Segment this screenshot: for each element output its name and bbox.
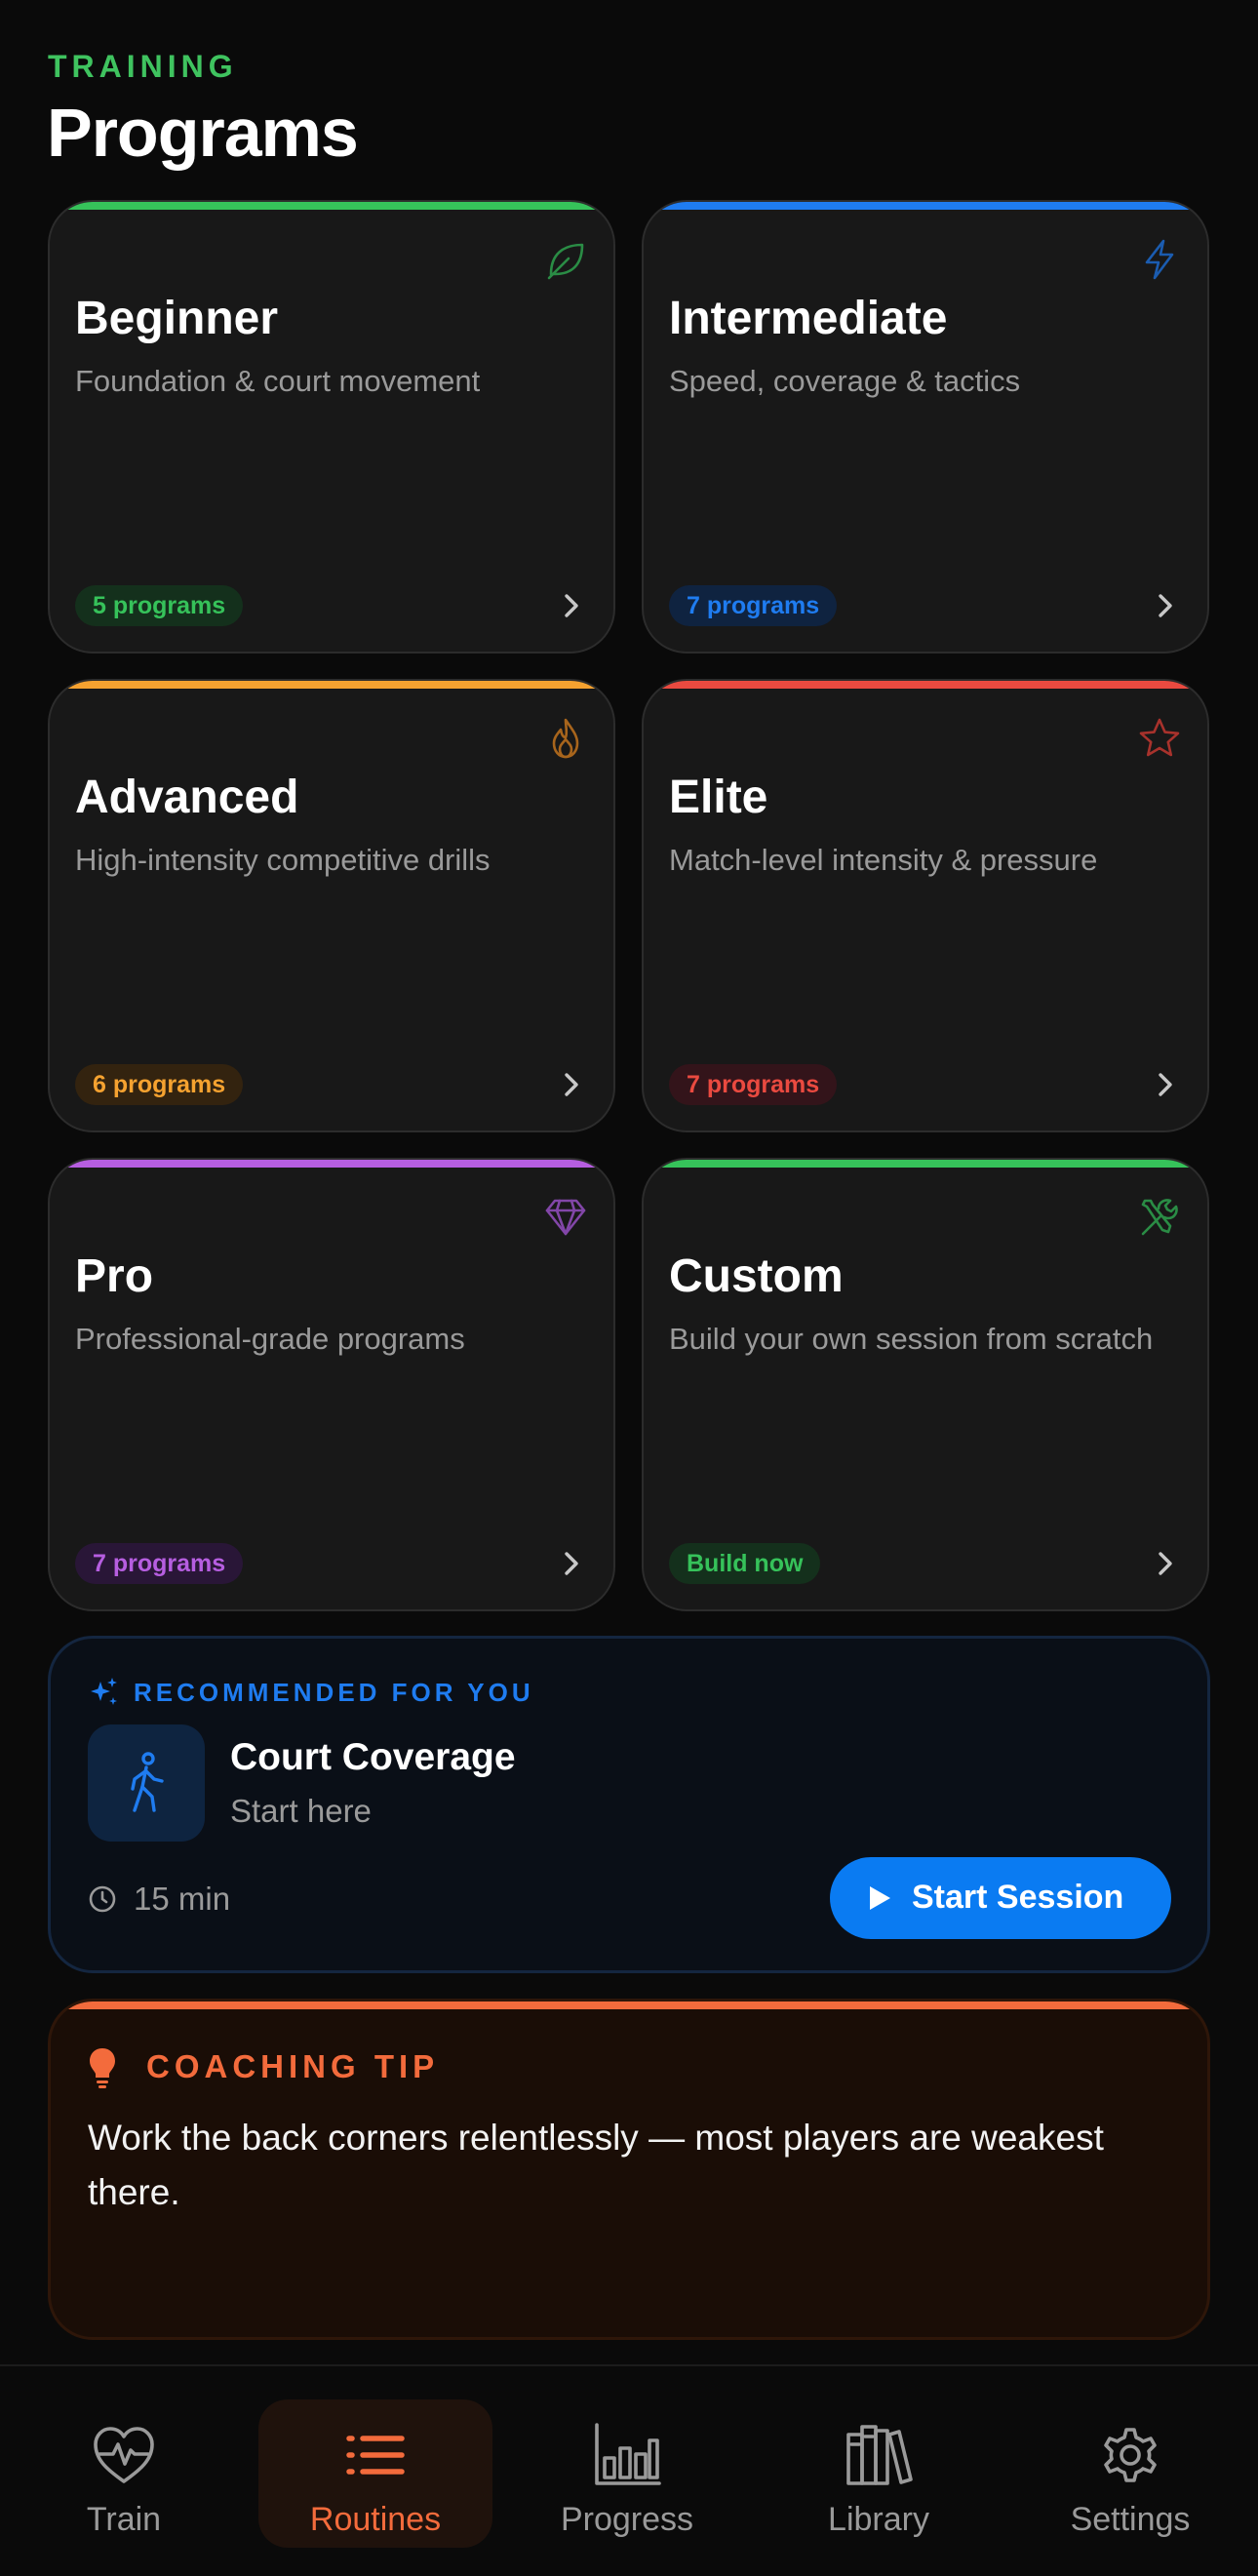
tab-label: Library — [828, 2501, 929, 2538]
program-card-intermediate[interactable]: Intermediate Speed, coverage & tactics 7… — [642, 200, 1209, 654]
session-duration: 15 min — [134, 1881, 231, 1917]
gear-icon — [1104, 2428, 1157, 2482]
chevron-right-icon — [565, 1073, 578, 1096]
chevron-right-icon — [565, 594, 578, 617]
tab-settings[interactable]: Settings — [1013, 2399, 1247, 2548]
heart-pulse-icon — [94, 2427, 154, 2483]
play-icon — [870, 1886, 890, 1910]
lightning-icon — [1145, 239, 1174, 280]
tab-routines[interactable]: Routines — [258, 2399, 492, 2548]
start-session-button[interactable]: Start Session — [830, 1857, 1171, 1939]
tab-label: Settings — [1070, 2501, 1191, 2538]
program-card-pro[interactable]: Pro Professional-grade programs 7 progra… — [48, 1158, 615, 1611]
session-subtitle: Start here — [230, 1793, 372, 1829]
session-icon-tile — [88, 1724, 205, 1842]
lightbulb-icon — [90, 2048, 115, 2088]
tab-label: Routines — [309, 2501, 442, 2538]
sparkle-icon — [91, 1678, 117, 1705]
bar-chart-icon — [595, 2423, 661, 2485]
tools-icon — [1141, 1199, 1178, 1236]
programs-screen: TRAINING Programs Beginner Foundation & … — [0, 0, 1258, 2576]
program-count-badge: 7 programs — [669, 585, 838, 626]
recommended-label: RECOMMENDED FOR YOU — [134, 1678, 534, 1707]
chevron-right-icon — [565, 1552, 578, 1575]
program-card-beginner[interactable]: Beginner Foundation & court movement 5 p… — [48, 200, 615, 654]
program-card-elite[interactable]: Elite Match-level intensity & pressure 7… — [642, 679, 1209, 1132]
tab-train[interactable]: Train — [7, 2399, 241, 2548]
coaching-tip-text: Work the back corners relentlessly — mos… — [88, 2118, 1104, 2212]
clock-icon — [89, 1885, 116, 1913]
chevron-right-icon — [1159, 594, 1172, 617]
program-count-badge: 5 programs — [75, 585, 244, 626]
program-card-custom[interactable]: Custom Build your own session from scrat… — [642, 1158, 1209, 1611]
tab-progress[interactable]: Progress — [510, 2399, 744, 2548]
card-title: Beginner — [75, 293, 279, 344]
card-title: Custom — [669, 1250, 844, 1302]
list-icon — [346, 2436, 405, 2475]
tab-label: Train — [86, 2501, 162, 2538]
program-count-badge: 7 programs — [669, 1064, 838, 1105]
coaching-tip-label: COACHING TIP — [146, 2048, 440, 2084]
card-description: Speed, coverage & tactics — [669, 364, 1021, 398]
page-title: Programs — [47, 95, 359, 171]
card-description: High-intensity competitive drills — [75, 843, 491, 877]
program-count-badge: 6 programs — [75, 1064, 244, 1105]
tab-label: Progress — [560, 2501, 694, 2538]
tab-library[interactable]: Library — [762, 2399, 996, 2548]
books-icon — [846, 2425, 913, 2485]
card-description: Foundation & court movement — [75, 364, 481, 398]
build-now-badge: Build now — [669, 1543, 821, 1584]
card-title: Pro — [75, 1250, 154, 1302]
star-icon — [1139, 718, 1180, 757]
card-description: Build your own session from scratch — [669, 1322, 1154, 1356]
card-title: Advanced — [75, 772, 299, 823]
program-count-badge: 7 programs — [75, 1543, 244, 1584]
walking-person-icon — [131, 1752, 164, 1812]
flame-icon — [552, 718, 579, 759]
diamond-icon — [545, 1199, 586, 1236]
session-title: Court Coverage — [230, 1736, 516, 1778]
card-title: Elite — [669, 772, 768, 823]
recommended-card[interactable]: RECOMMENDED FOR YOU Court Coverage Start… — [48, 1636, 1210, 1973]
leaf-icon — [547, 243, 584, 280]
program-card-advanced[interactable]: Advanced High-intensity competitive dril… — [48, 679, 615, 1132]
coaching-tip-card: COACHING TIP Work the back corners relen… — [48, 1999, 1210, 2340]
section-eyebrow: TRAINING — [48, 49, 238, 84]
card-description: Match-level intensity & pressure — [669, 843, 1098, 877]
chevron-right-icon — [1159, 1073, 1172, 1096]
card-title: Intermediate — [669, 293, 948, 344]
chevron-right-icon — [1159, 1552, 1172, 1575]
start-session-label: Start Session — [912, 1879, 1124, 1916]
tab-bar: Train Routines Progress Library Settings — [0, 2364, 1258, 2576]
card-description: Professional-grade programs — [75, 1322, 465, 1356]
